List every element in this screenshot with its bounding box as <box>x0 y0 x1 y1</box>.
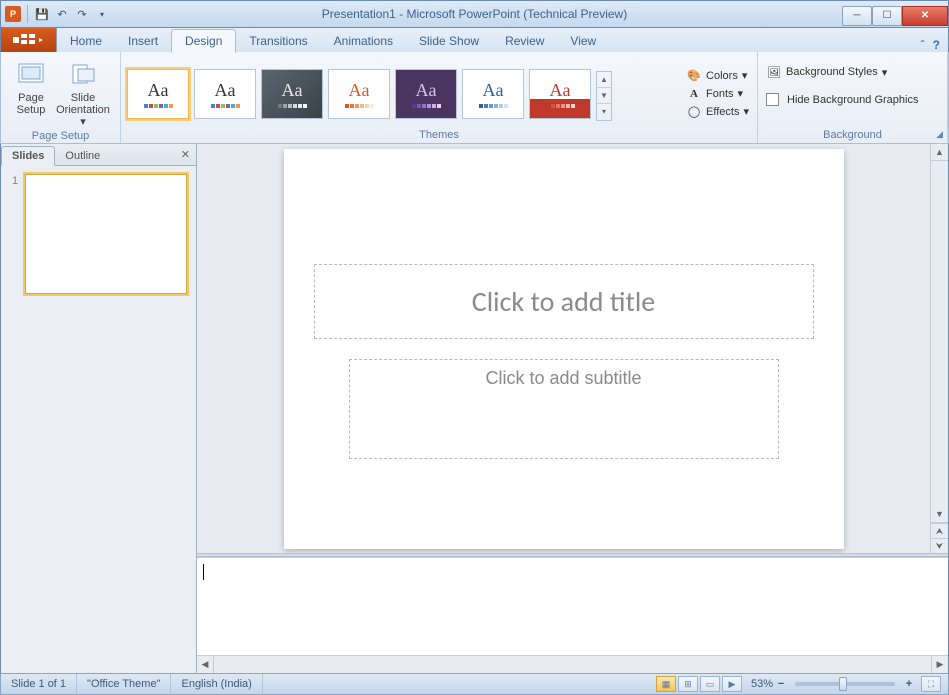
page-setup-button[interactable]: Page Setup <box>7 56 55 116</box>
zoom-out-button[interactable]: − <box>773 678 789 690</box>
theme-5[interactable]: Aa <box>395 69 457 119</box>
group-page-setup: Page Setup Slide Orientation ▾ Page Setu… <box>1 52 121 143</box>
title-placeholder[interactable]: Click to add title <box>314 264 814 339</box>
reading-view-button[interactable]: ▭ <box>700 676 720 692</box>
app-icon[interactable]: P <box>5 6 21 22</box>
slide-thumbnail-1[interactable]: 1 <box>25 174 187 294</box>
scroll-left-icon[interactable]: ◀ <box>197 656 214 673</box>
slide-orientation-button[interactable]: Slide Orientation ▾ <box>59 56 107 128</box>
tab-insert[interactable]: Insert <box>115 30 171 52</box>
next-slide-icon[interactable]: ⮟ <box>931 538 948 553</box>
redo-icon[interactable]: ↷ <box>74 6 90 22</box>
group-themes: Aa Aa Aa Aa Aa Aa Aa ▲▼▾ 🎨Colors ▾ AFont… <box>121 52 758 143</box>
undo-icon[interactable]: ↶ <box>54 6 70 22</box>
hide-background-checkbox[interactable]: Hide Background Graphics <box>764 92 920 107</box>
slides-tab[interactable]: Slides <box>1 146 55 166</box>
tab-view[interactable]: View <box>557 30 609 52</box>
group-background: 🖼Background Styles ▾ Hide Background Gra… <box>758 52 948 143</box>
maximize-button[interactable]: ☐ <box>872 6 902 26</box>
status-bar: Slide 1 of 1 "Office Theme" English (Ind… <box>0 673 949 695</box>
ribbon: Page Setup Slide Orientation ▾ Page Setu… <box>0 52 949 144</box>
editor-area: Click to add title Click to add subtitle… <box>197 144 948 673</box>
slideshow-view-button[interactable]: ▶ <box>722 676 742 692</box>
status-theme[interactable]: "Office Theme" <box>77 674 171 694</box>
colors-dropdown[interactable]: 🎨Colors ▾ <box>684 68 751 84</box>
fit-window-button[interactable]: ⛶ <box>921 676 941 692</box>
zoom-level[interactable]: 53% <box>751 678 773 690</box>
window-title: Presentation1 - Microsoft PowerPoint (Te… <box>322 7 627 21</box>
outline-tab[interactable]: Outline <box>55 147 110 165</box>
scroll-up-icon[interactable]: ▲ <box>931 144 948 161</box>
ribbon-tabs: Home Insert Design Transitions Animation… <box>0 28 949 52</box>
help-icon[interactable]: ? <box>933 38 940 52</box>
background-styles-dropdown[interactable]: 🖼Background Styles ▾ <box>764 64 920 80</box>
minimize-button[interactable]: ─ <box>842 6 872 26</box>
scroll-right-icon[interactable]: ▶ <box>931 656 948 673</box>
tab-transitions[interactable]: Transitions <box>236 30 320 52</box>
slides-panel: Slides Outline ✕ 1 <box>1 144 197 673</box>
theme-gallery: Aa Aa Aa Aa Aa Aa Aa ▲▼▾ <box>127 63 674 121</box>
theme-gallery-nav[interactable]: ▲▼▾ <box>596 71 612 121</box>
ribbon-minimize-icon[interactable]: ˆ <box>921 38 925 52</box>
file-tab[interactable] <box>1 28 57 52</box>
theme-7[interactable]: Aa <box>529 69 591 119</box>
theme-office[interactable]: Aa <box>127 69 189 119</box>
slide-canvas[interactable]: Click to add title Click to add subtitle <box>284 149 844 549</box>
sorter-view-button[interactable]: ⊞ <box>678 676 698 692</box>
effects-dropdown[interactable]: ◯Effects ▾ <box>684 104 751 120</box>
tab-slide-show[interactable]: Slide Show <box>406 30 492 52</box>
prev-slide-icon[interactable]: ⮝ <box>931 523 948 538</box>
zoom-in-button[interactable]: + <box>901 678 917 690</box>
title-bar: P 💾 ↶ ↷ ▾ Presentation1 - Microsoft Powe… <box>0 0 949 28</box>
horizontal-scrollbar[interactable]: ◀ ▶ <box>197 655 948 673</box>
normal-view-button[interactable]: ▦ <box>656 676 676 692</box>
panel-close-icon[interactable]: ✕ <box>181 148 190 161</box>
zoom-slider[interactable] <box>795 682 895 686</box>
theme-2[interactable]: Aa <box>194 69 256 119</box>
slide-stage[interactable]: Click to add title Click to add subtitle <box>197 144 930 553</box>
save-icon[interactable]: 💾 <box>34 6 50 22</box>
notes-pane[interactable] <box>197 557 948 655</box>
qat-customize-icon[interactable]: ▾ <box>94 6 110 22</box>
close-button[interactable]: ✕ <box>902 6 948 26</box>
theme-6[interactable]: Aa <box>462 69 524 119</box>
background-launcher-icon[interactable]: ◢ <box>936 129 943 140</box>
tab-design[interactable]: Design <box>171 29 236 53</box>
theme-3[interactable]: Aa <box>261 69 323 119</box>
tab-review[interactable]: Review <box>492 30 557 52</box>
status-slide-info[interactable]: Slide 1 of 1 <box>1 674 77 694</box>
fonts-dropdown[interactable]: AFonts ▾ <box>684 86 751 102</box>
subtitle-placeholder[interactable]: Click to add subtitle <box>349 359 779 459</box>
vertical-scrollbar[interactable]: ▲ ▼ ⮝ ⮟ <box>930 144 948 553</box>
tab-home[interactable]: Home <box>57 30 115 52</box>
scroll-down-icon[interactable]: ▼ <box>931 506 948 523</box>
tab-animations[interactable]: Animations <box>321 30 406 52</box>
status-language[interactable]: English (India) <box>171 674 262 694</box>
theme-4[interactable]: Aa <box>328 69 390 119</box>
